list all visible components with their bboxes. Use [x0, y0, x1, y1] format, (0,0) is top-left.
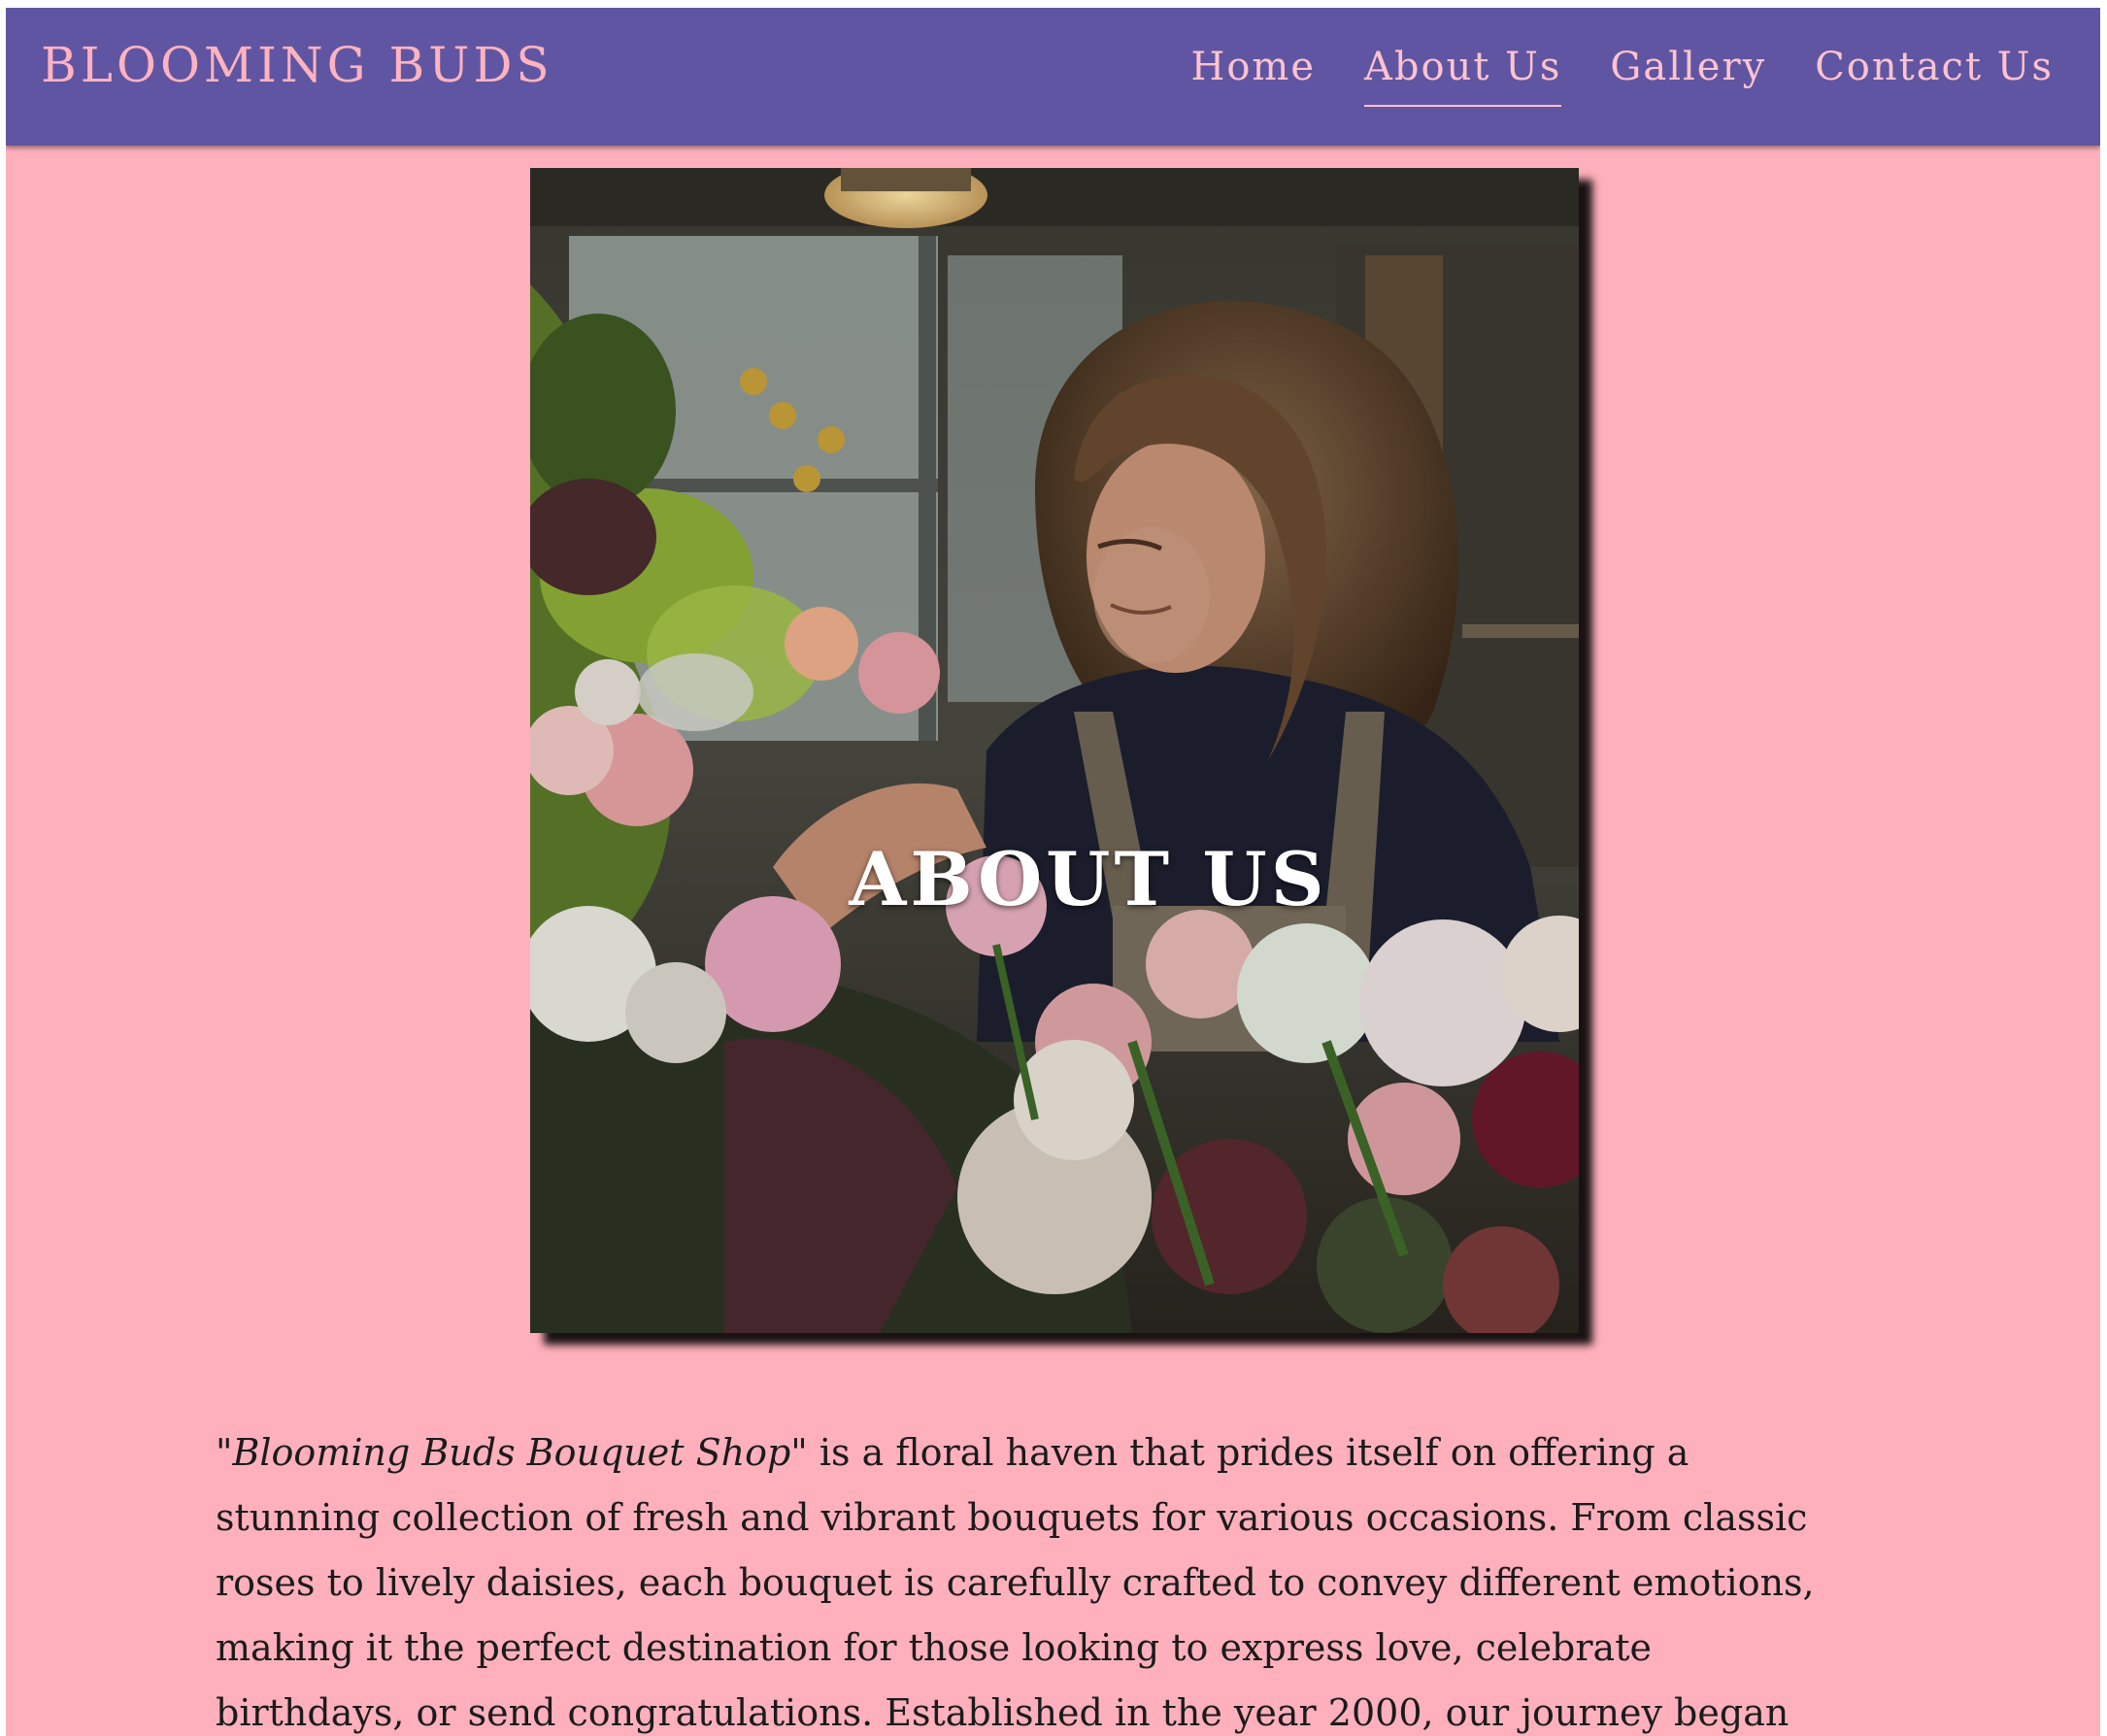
nav-link-home[interactable]: Home	[1190, 45, 1316, 107]
hero-title: ABOUT US	[849, 836, 1328, 922]
page: BLOOMING BUDS Home About Us Gallery Cont…	[6, 8, 2100, 1736]
shop-name: "Blooming Buds Bouquet Shop"	[216, 1431, 808, 1474]
main-nav: Home About Us Gallery Contact Us	[1190, 45, 2054, 107]
brand-logo-text[interactable]: BLOOMING BUDS	[41, 37, 553, 93]
about-paragraph: "Blooming Buds Bouquet Shop" is a floral…	[216, 1420, 1847, 1736]
top-navbar: BLOOMING BUDS Home About Us Gallery Cont…	[6, 8, 2100, 146]
nav-link-about-us[interactable]: About Us	[1364, 45, 1562, 107]
about-text: is a floral haven that prides itself on …	[216, 1431, 1815, 1734]
nav-link-gallery[interactable]: Gallery	[1610, 45, 1766, 107]
hero-image: ABOUT US	[530, 168, 1579, 1333]
florist-photo	[530, 168, 1579, 1333]
nav-link-contact-us[interactable]: Contact Us	[1815, 45, 2054, 107]
